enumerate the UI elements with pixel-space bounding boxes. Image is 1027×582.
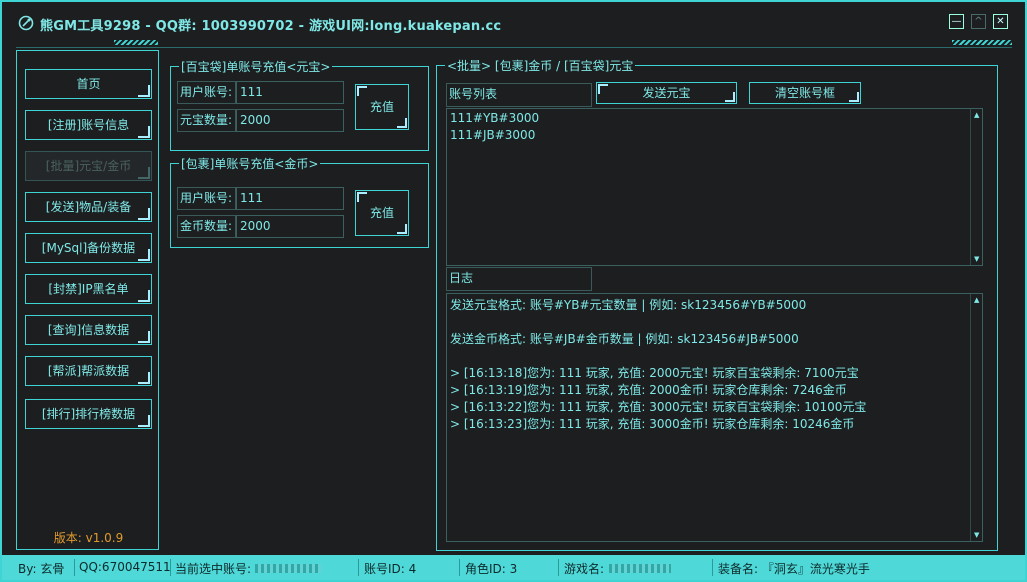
account-line: 111#JB#3000 [450,128,536,142]
yb-recharge-group: [百宝袋]单账号充值<元宝> 用户账号: 111 元宝数量: 2000 充值 [170,58,429,151]
log-label: 日志 [446,267,592,291]
log-scrollbar[interactable]: ▲ ▼ [970,294,982,541]
status-current-account-value [255,564,321,573]
jb-user-label: 用户账号: [177,187,236,210]
nav-guild-data[interactable]: [帮派]帮派数据 [25,356,152,386]
account-list-scrollbar[interactable]: ▲ ▼ [970,109,982,265]
batch-group-title: <批量> [包裹]金币 / [百宝袋]元宝 [445,57,636,74]
log-line: > [16:13:19]您为: 111 玩家, 充值: 2000金币! 玩家仓库… [450,383,847,397]
minimize-button[interactable]: — [949,14,964,29]
log-line: > [16:13:22]您为: 111 玩家, 充值: 3000元宝! 玩家百宝… [450,400,867,414]
jb-user-input[interactable]: 111 [236,187,344,210]
status-separator [712,559,713,576]
close-button[interactable]: ✕ [993,14,1008,29]
account-list-label: 账号列表 [446,83,592,107]
jb-amount-input[interactable]: 2000 [236,215,344,238]
title-accent-left [114,40,158,45]
nav-ip-blacklist[interactable]: [封禁]IP黑名单 [25,274,152,304]
status-game-name-label: 游戏名: [564,562,605,576]
yb-amount-input[interactable]: 2000 [236,109,344,132]
nav-ranking-data[interactable]: [排行]排行榜数据 [25,399,152,429]
nav-home[interactable]: 首页 [25,69,152,99]
app-logo-icon [18,15,34,31]
status-equip-name: 装备名: 『洞玄』流光寒光手 [718,562,870,576]
status-role-id: 角色ID: 3 [465,562,518,576]
yb-user-label: 用户账号: [177,81,236,104]
log-textarea[interactable]: 发送元宝格式: 账号#YB#元宝数量 | 例如: sk123456#YB#500… [446,293,983,542]
clear-accounts-button[interactable]: 清空账号框 [749,82,861,104]
yb-group-title: [百宝袋]单账号充值<元宝> [179,58,333,75]
nav-batch-currency[interactable]: [批量]元宝/金币 [25,151,152,181]
yb-user-input[interactable]: 111 [236,81,344,104]
status-author: By: 玄骨 [18,562,65,576]
jb-recharge-button[interactable]: 充值 [355,190,409,236]
status-game-name-value [609,564,671,573]
sidebar: 首页 [注册]账号信息 [批量]元宝/金币 [发送]物品/装备 [MySql]备… [16,50,159,550]
title-accent-right [952,40,1012,45]
log-line: > [16:13:18]您为: 111 玩家, 充值: 2000元宝! 玩家百宝… [450,366,859,380]
account-line: 111#YB#3000 [450,111,540,125]
log-line: > [16:13:23]您为: 111 玩家, 充值: 3000金币! 玩家仓库… [450,417,855,431]
status-separator [558,559,559,576]
nav-mysql-backup[interactable]: [MySql]备份数据 [25,233,152,263]
yb-amount-label: 元宝数量: [177,109,236,132]
status-bar: By: 玄骨 QQ:670047511 当前选中账号: 账号ID: 4 角色ID… [2,555,1025,580]
send-yb-button[interactable]: 发送元宝 [596,82,737,104]
scroll-down-icon[interactable]: ▼ [974,531,979,539]
log-line: 发送元宝格式: 账号#YB#元宝数量 | 例如: sk123456#YB#500… [450,298,807,312]
status-separator [170,559,171,576]
status-qq: QQ:670047511 [79,560,171,574]
nav-query-data[interactable]: [查询]信息数据 [25,315,152,345]
account-list-textarea[interactable]: 111#YB#3000 111#JB#3000 ▲ ▼ [446,108,983,266]
nav-send-items[interactable]: [发送]物品/装备 [25,192,152,222]
scroll-up-icon[interactable]: ▲ [974,111,979,119]
batch-group: <批量> [包裹]金币 / [百宝袋]元宝 账号列表 发送元宝 清空账号框 11… [436,57,998,551]
jb-amount-label: 金币数量: [177,215,236,238]
title-bar[interactable]: 熊GM工具9298 - QQ群: 1003990702 - 游戏UI网:long… [2,2,1025,42]
status-separator [459,559,460,576]
app-window: 熊GM工具9298 - QQ群: 1003990702 - 游戏UI网:long… [0,0,1027,582]
title-divider [16,47,1012,48]
jb-recharge-group: [包裹]单账号充值<金币> 用户账号: 111 金币数量: 2000 充值 [170,155,429,248]
status-separator [74,559,75,576]
status-account-id: 账号ID: 4 [364,562,417,576]
yb-recharge-button[interactable]: 充值 [355,84,409,130]
nav-register-account[interactable]: [注册]账号信息 [25,110,152,140]
status-current-account-label: 当前选中账号: [175,562,252,576]
window-title: 熊GM工具9298 - QQ群: 1003990702 - 游戏UI网:long… [40,19,502,34]
scroll-up-icon[interactable]: ▲ [974,296,979,304]
status-separator [358,559,359,576]
log-line: 发送金币格式: 账号#JB#金币数量 | 例如: sk123456#JB#500… [450,332,799,346]
jb-group-title: [包裹]单账号充值<金币> [179,155,321,172]
scroll-down-icon[interactable]: ▼ [974,255,979,263]
version-label: 版本: v1.0.9 [53,531,124,545]
maximize-button[interactable]: ^ [971,14,986,29]
